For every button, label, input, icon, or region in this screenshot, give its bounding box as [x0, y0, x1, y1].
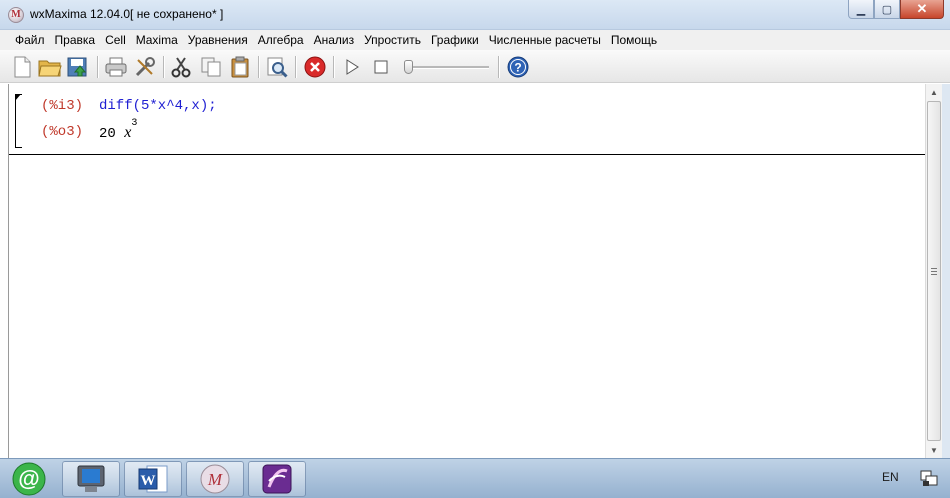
configure-icon[interactable]: [133, 55, 157, 79]
paste-icon[interactable]: [228, 55, 252, 79]
toolbar: ?: [0, 50, 950, 83]
input-code[interactable]: diff(5*x^4,x);: [99, 98, 217, 114]
open-folder-icon[interactable]: [38, 55, 62, 79]
menu-calculus[interactable]: Анализ: [309, 33, 360, 47]
cell-bracket[interactable]: [15, 94, 22, 148]
new-file-icon[interactable]: [10, 55, 34, 79]
wxmaxima-app-icon[interactable]: M: [8, 7, 24, 23]
output-coefficient: 20: [99, 126, 116, 142]
insertion-cursor-line: [9, 154, 925, 155]
taskbar: @ W M EN: [0, 458, 950, 498]
output-exponent: 3: [131, 118, 138, 129]
toolbar-separator: [258, 56, 260, 78]
minimize-button[interactable]: ▁: [848, 0, 874, 19]
language-indicator[interactable]: EN: [882, 470, 899, 484]
cell-fold-triangle[interactable]: [15, 94, 21, 101]
word-icon[interactable]: W: [124, 461, 182, 497]
print-icon[interactable]: [104, 55, 128, 79]
menu-cell[interactable]: Cell: [100, 33, 131, 47]
menu-edit[interactable]: Правка: [50, 33, 101, 47]
stop-icon[interactable]: [369, 55, 393, 79]
grip-icon: [931, 267, 937, 275]
mail-agent-icon[interactable]: @: [0, 461, 58, 497]
vertical-scrollbar[interactable]: ▲ ▼: [925, 84, 942, 458]
svg-text:?: ?: [514, 61, 521, 75]
copy-icon[interactable]: [199, 55, 223, 79]
window-controls: ▁ ▢ ✕: [848, 0, 944, 20]
toolbar-separator: [333, 56, 335, 78]
scroll-thumb[interactable]: [927, 101, 941, 441]
app-icon[interactable]: [248, 461, 306, 497]
slider-track: [405, 66, 489, 69]
network-icon[interactable]: [918, 469, 940, 492]
maximize-button[interactable]: ▢: [874, 0, 900, 19]
svg-text:M: M: [207, 470, 223, 489]
interrupt-icon[interactable]: [303, 55, 327, 79]
wxmaxima-icon[interactable]: M: [186, 461, 244, 497]
cut-icon[interactable]: [169, 55, 193, 79]
scroll-up-icon[interactable]: ▲: [926, 84, 942, 100]
scroll-down-icon[interactable]: ▼: [926, 442, 942, 458]
menu-file[interactable]: Файл: [10, 33, 50, 47]
menu-bar: Файл Правка Cell Maxima Уравнения Алгебр…: [0, 30, 950, 50]
save-icon[interactable]: [66, 55, 90, 79]
toolbar-separator: [295, 56, 297, 78]
toolbar-separator: [498, 56, 500, 78]
output-label: (%o3): [41, 124, 84, 140]
find-icon[interactable]: [265, 55, 289, 79]
output-expression: 20 x3: [99, 118, 137, 142]
window-frame: [942, 84, 950, 458]
menu-plot[interactable]: Графики: [426, 33, 484, 47]
toolbar-separator: [97, 56, 99, 78]
animation-slider[interactable]: [401, 59, 489, 75]
menu-help[interactable]: Помощь: [606, 33, 662, 47]
toolbar-separator: [163, 56, 165, 78]
window-title: wxMaxima 12.04.0[ не сохранено* ]: [30, 7, 224, 21]
menu-maxima[interactable]: Maxima: [131, 33, 183, 47]
menu-simplify[interactable]: Упростить: [359, 33, 426, 47]
close-button[interactable]: ✕: [900, 0, 944, 19]
play-icon[interactable]: [340, 55, 364, 79]
worksheet[interactable]: (%i3) diff(5*x^4,x); (%o3) 20 x3: [8, 84, 925, 458]
menu-equations[interactable]: Уравнения: [183, 33, 253, 47]
input-label: (%i3): [41, 98, 84, 114]
svg-text:W: W: [141, 473, 156, 489]
slider-thumb[interactable]: [404, 60, 413, 74]
computer-icon[interactable]: [62, 461, 120, 497]
menu-numeric[interactable]: Численные расчеты: [484, 33, 606, 47]
menu-algebra[interactable]: Алгебра: [253, 33, 309, 47]
svg-text:@: @: [18, 466, 39, 491]
help-icon[interactable]: ?: [506, 55, 530, 79]
title-bar: M wxMaxima 12.04.0[ не сохранено* ] ▁ ▢ …: [0, 0, 950, 30]
